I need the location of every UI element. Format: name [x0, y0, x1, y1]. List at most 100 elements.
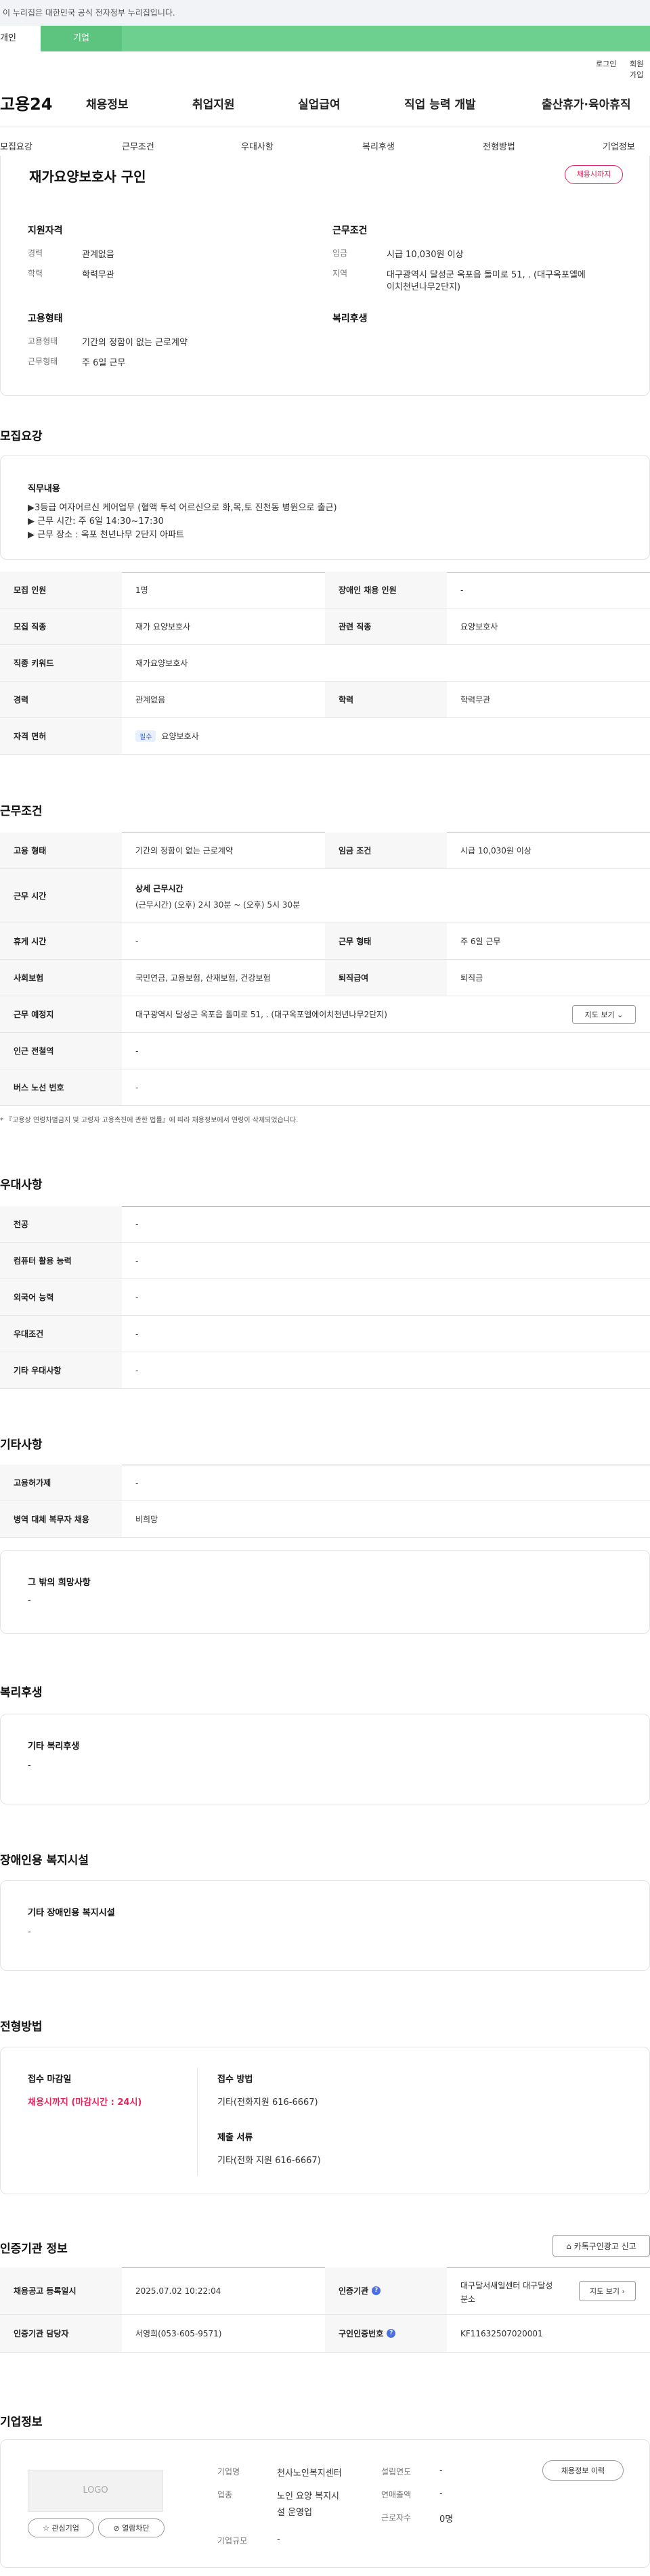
required-badge: 필수: [135, 730, 156, 742]
gnb-jobs[interactable]: 채용정보: [86, 95, 129, 112]
row-header: 외국어 능력: [0, 1279, 122, 1315]
user-type-tabs: 개인 기업: [0, 26, 650, 51]
table-row: 인근 전철역 -: [0, 1033, 650, 1069]
table-row: 직종 키워드 재가요양보호사: [0, 645, 650, 682]
row-header: 경력: [0, 682, 122, 717]
info-icon[interactable]: ?: [387, 2329, 396, 2338]
job-title: 재가요양보호사 구인: [29, 169, 146, 185]
divider: [197, 2068, 198, 2176]
cert-map-button[interactable]: 지도 보기 ›: [579, 2281, 636, 2301]
row-header: 고용 형태: [0, 832, 122, 868]
tab-company[interactable]: 기업: [41, 26, 122, 51]
kakao-report-label: 카톡구인광고 신고: [573, 2241, 636, 2251]
region-value-line1: 대구광역시 달성군 옥포읍 돌미로 51, . (대구옥포엘에: [387, 270, 586, 280]
row-header: 근무 시간: [0, 869, 122, 923]
row-value: -: [135, 1046, 139, 1056]
lnb-preference[interactable]: 우대사항: [241, 139, 274, 152]
row-header: 인근 전철역: [0, 1033, 122, 1069]
table-row: 채용공고 등록일시 2025.07.02 10:22:04 인증기관? 대구달서…: [0, 2267, 650, 2315]
row-header: 휴게 시간: [0, 923, 122, 959]
work-form-label: 근무형태: [28, 357, 58, 366]
cert-map-label: 지도 보기: [590, 2287, 620, 2296]
cert-org-line1: 대구달서새일센터 대구달성: [460, 2281, 553, 2290]
table-row: 모집 직종 재가 요양보호사 관련 직종 요양보호사: [0, 608, 650, 645]
row-value: -: [135, 1219, 139, 1229]
block-icon: ⊘: [113, 2524, 120, 2533]
company-size-label: 기업규모: [217, 2536, 248, 2546]
row-value: -: [135, 1256, 139, 1266]
row-value: 국민연금, 고용보험, 산재보험, 건강보험: [135, 973, 271, 983]
gnb-unemployment[interactable]: 실업급여: [298, 95, 341, 112]
cert-org-line2: 분소: [460, 2294, 476, 2304]
table-row: 사회보험 국민연금, 고용보험, 산재보험, 건강보험 퇴직급여 퇴직금: [0, 960, 650, 996]
hope-card: 그 밖의 희망사항 -: [0, 1550, 650, 1634]
row-header: 우대조건: [0, 1316, 122, 1352]
industry-label: 업종: [217, 2490, 233, 2500]
map-view-button[interactable]: 지도 보기 ⌄: [572, 1005, 636, 1024]
kakao-report-button[interactable]: ⌂ 카톡구인광고 신고: [552, 2235, 650, 2257]
table-row: 휴게 시간 - 근무 형태 주 6일 근무: [0, 923, 650, 960]
selection-section-title: 전형방법: [0, 2020, 43, 2034]
docs-value: 기타(전화 지원 616-6667): [217, 2156, 321, 2166]
gnb-training[interactable]: 직업 능력 개발: [404, 95, 476, 112]
welfare-section-title: 복리후생: [0, 1686, 43, 1700]
industry-value-line1: 노인 요양 복지시: [277, 2491, 339, 2502]
cert-number-label: 구인인증번호: [339, 2329, 384, 2338]
disability-card-value: -: [28, 1927, 31, 1937]
license-value: 요양보호사: [161, 732, 199, 741]
row-header: 인증기관 담당자: [0, 2315, 122, 2352]
table-row: 버스 노선 번호 -: [0, 1069, 650, 1106]
block-view-button[interactable]: ⊘ 열람차단: [98, 2518, 165, 2537]
row-header: 기타 우대사항: [0, 1352, 122, 1388]
est-year-value: -: [439, 2466, 443, 2476]
lnb-work[interactable]: 근무조건: [122, 139, 154, 152]
pref-section-title: 우대사항: [0, 1178, 43, 1192]
exp-label: 경력: [28, 248, 43, 258]
wage-label: 임금: [332, 248, 348, 258]
disability-card-title: 기타 장애인용 복지시설: [28, 1908, 115, 1918]
table-row: 기타 우대사항 -: [0, 1352, 650, 1389]
row-header: 장애인 채용 인원: [325, 572, 447, 608]
hope-value: -: [28, 1595, 31, 1605]
row-header: 관련 직종: [325, 608, 447, 644]
row-value: 관계없음: [135, 695, 166, 705]
gnb-employment-support[interactable]: 취업지원: [192, 95, 235, 112]
company-logo-placeholder: LOGO: [28, 2470, 163, 2512]
lnb-selection[interactable]: 전형방법: [483, 139, 515, 152]
row-value: 시급 10,030원 이상: [460, 846, 532, 856]
tab-personal[interactable]: 개인: [0, 26, 41, 51]
company-name-label: 기업명: [217, 2467, 240, 2477]
gnb-parental-leave[interactable]: 출산휴가·육아휴직: [542, 95, 631, 112]
favorite-company-button[interactable]: ☆ 관심기업: [28, 2518, 94, 2537]
block-view-label: 열람차단: [122, 2524, 150, 2533]
employee-count-label: 근로자수: [381, 2513, 412, 2523]
info-icon[interactable]: ?: [372, 2286, 381, 2295]
lnb-company[interactable]: 기업정보: [603, 139, 635, 152]
site-logo[interactable]: 고용24: [0, 91, 53, 114]
row-value: 재가요양보호사: [135, 659, 188, 668]
docs-title: 제출 서류: [217, 2133, 253, 2143]
est-year-label: 설립연도: [381, 2467, 412, 2477]
login-link[interactable]: 로그인: [596, 58, 616, 69]
table-row: 컴퓨터 활용 능력 -: [0, 1243, 650, 1279]
selection-card: 접수 마감일 채용시까지 (마감시간 : 24시) 접수 방법 기타(전화지원 …: [0, 2047, 650, 2194]
lnb-welfare[interactable]: 복리후생: [362, 139, 395, 152]
row-header: 사회보험: [0, 960, 122, 996]
row-header: 고용허가제: [0, 1465, 122, 1501]
favorite-company-label: 관심기업: [51, 2524, 79, 2533]
join-link[interactable]: 회원가입: [630, 58, 650, 80]
job-history-button[interactable]: 채용정보 이력: [542, 2460, 624, 2481]
lnb-recruit[interactable]: 모집요강: [0, 139, 32, 152]
home-icon: ⌂: [566, 2241, 571, 2251]
global-nav: 고용24 채용정보 취업지원 실업급여 직업 능력 개발 출산휴가·육아휴직: [0, 80, 650, 127]
row-value: KF11632507020001: [460, 2328, 543, 2338]
deadline-title: 접수 마감일: [28, 2074, 72, 2085]
table-row: 모집 인원 1명 장애인 채용 인원 -: [0, 572, 650, 608]
work-hours-title: 상세 근무시간: [135, 884, 183, 893]
method-title: 접수 방법: [217, 2074, 253, 2085]
emp-type-value: 기간의 정함이 없는 근로계약: [82, 338, 188, 348]
age-note: * 『고용상 연령차별금지 및 고령자 고용촉진에 관한 법률』에 따라 채용정…: [0, 1117, 299, 1124]
table-row: 외국어 능력 -: [0, 1279, 650, 1316]
row-header: 직종 키워드: [0, 645, 122, 681]
chevron-right-icon: ›: [622, 2287, 625, 2296]
